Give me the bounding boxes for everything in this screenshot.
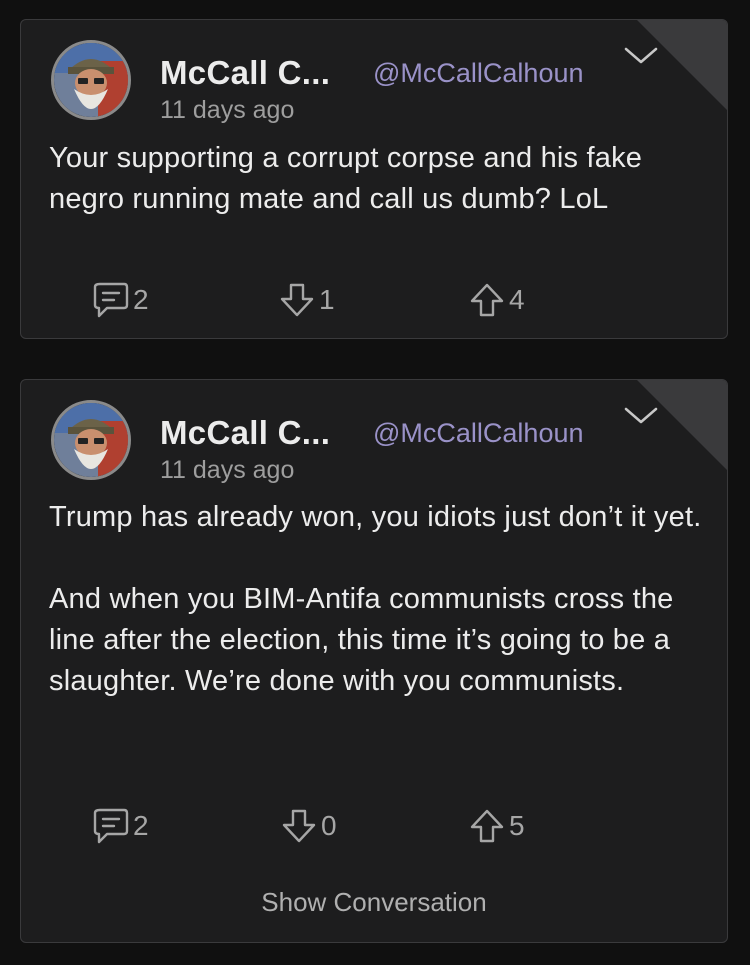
- downvote-button[interactable]: 1: [277, 280, 335, 320]
- show-conversation-link[interactable]: Show Conversation: [21, 887, 727, 918]
- chevron-down-icon[interactable]: [623, 45, 659, 67]
- arrow-down-icon: [280, 283, 314, 317]
- comment-bubble-icon: [93, 808, 129, 844]
- avatar[interactable]: [51, 40, 131, 120]
- author-handle[interactable]: @McCallCalhoun: [373, 418, 584, 449]
- author-handle[interactable]: @McCallCalhoun: [373, 58, 584, 89]
- post-paragraph: Your supporting a corrupt corpse and his…: [49, 142, 643, 215]
- comment-bubble-icon: [93, 282, 129, 318]
- chevron-down-icon[interactable]: [623, 405, 659, 427]
- arrow-up-icon: [470, 283, 504, 317]
- upvote-button[interactable]: 5: [467, 806, 525, 846]
- post-card: McCall C... @McCallCalhoun 11 days ago Y…: [20, 19, 728, 339]
- downvote-count: 1: [319, 284, 335, 315]
- author-name[interactable]: McCall C...: [160, 414, 330, 452]
- post-card: McCall C... @McCallCalhoun 11 days ago T…: [20, 379, 728, 943]
- arrow-down-icon: [282, 809, 316, 843]
- comments-button[interactable]: 2: [91, 280, 149, 320]
- post-timestamp: 11 days ago: [160, 96, 295, 124]
- comments-count: 2: [133, 284, 149, 315]
- post-paragraph: And when you BIM-Antifa communists cross…: [49, 583, 674, 697]
- post-timestamp: 11 days ago: [160, 456, 295, 484]
- arrow-up-icon: [470, 809, 504, 843]
- post-text: Your supporting a corrupt corpse and his…: [49, 138, 709, 220]
- downvote-button[interactable]: 0: [279, 806, 337, 846]
- post-paragraph: Trump has already won, you idiots just d…: [49, 501, 702, 533]
- post-text: Trump has already won, you idiots just d…: [49, 497, 709, 702]
- downvote-count: 0: [321, 810, 337, 841]
- author-name[interactable]: McCall C...: [160, 54, 330, 92]
- avatar[interactable]: [51, 400, 131, 480]
- upvote-button[interactable]: 4: [467, 280, 525, 320]
- comments-button[interactable]: 2: [91, 806, 149, 846]
- upvote-count: 5: [509, 810, 525, 841]
- upvote-count: 4: [509, 284, 525, 315]
- comments-count: 2: [133, 810, 149, 841]
